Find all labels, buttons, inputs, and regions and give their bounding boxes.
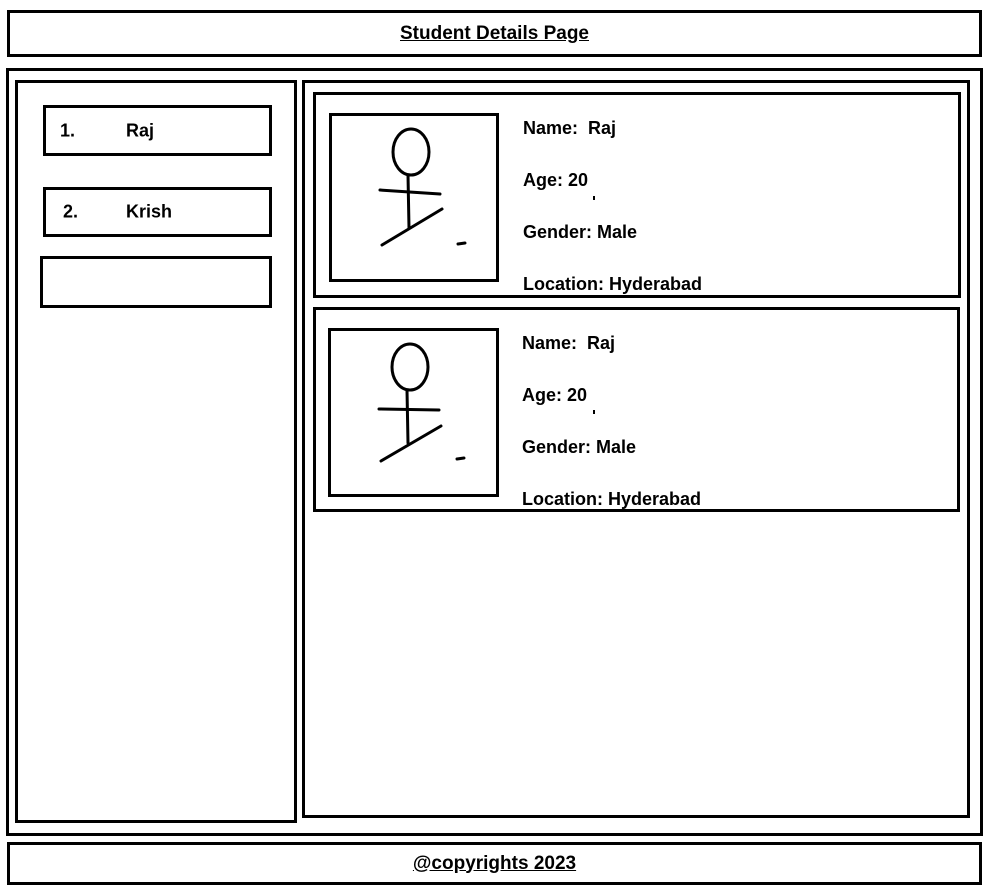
student-location: Location: Hyderabad (522, 489, 702, 509)
stray-mark (593, 410, 595, 414)
page-title: Student Details Page (400, 22, 589, 44)
page-header: Student Details Page (7, 10, 982, 57)
sidebar-item-number: 1. (60, 120, 76, 140)
student-gender: Gender: Male (522, 437, 637, 457)
sidebar-item-label: Krish (126, 201, 173, 222)
sidebar-item-raj[interactable]: 1. Raj (43, 105, 272, 156)
page-footer: @copyrights 2023 (7, 842, 982, 885)
sidebar-item-krish[interactable]: 2. Krish (43, 187, 272, 237)
student-age: Age: 20 (522, 385, 588, 405)
sidebar-item-empty[interactable] (40, 256, 272, 308)
student-card[interactable]: Name: Raj Age: 20 Gender: Male Location:… (313, 307, 960, 512)
sidebar: 1. Raj 2. Krish (15, 80, 297, 823)
stick-figure-icon (329, 113, 499, 282)
sidebar-item-number: 2. (63, 201, 79, 222)
sidebar-item-label: Raj (126, 120, 155, 140)
student-name: Name: Raj (522, 333, 616, 353)
student-gender: Gender: Male (523, 222, 638, 242)
stray-mark (593, 196, 595, 200)
copyright-text: @copyrights 2023 (412, 852, 577, 874)
student-location: Location: Hyderabad (523, 274, 703, 294)
stick-figure-icon (328, 328, 499, 497)
student-name: Name: Raj (523, 118, 617, 138)
student-card[interactable]: Name: Raj Age: 20 Gender: Male Location:… (313, 92, 961, 298)
student-age: Age: 20 (523, 170, 589, 190)
